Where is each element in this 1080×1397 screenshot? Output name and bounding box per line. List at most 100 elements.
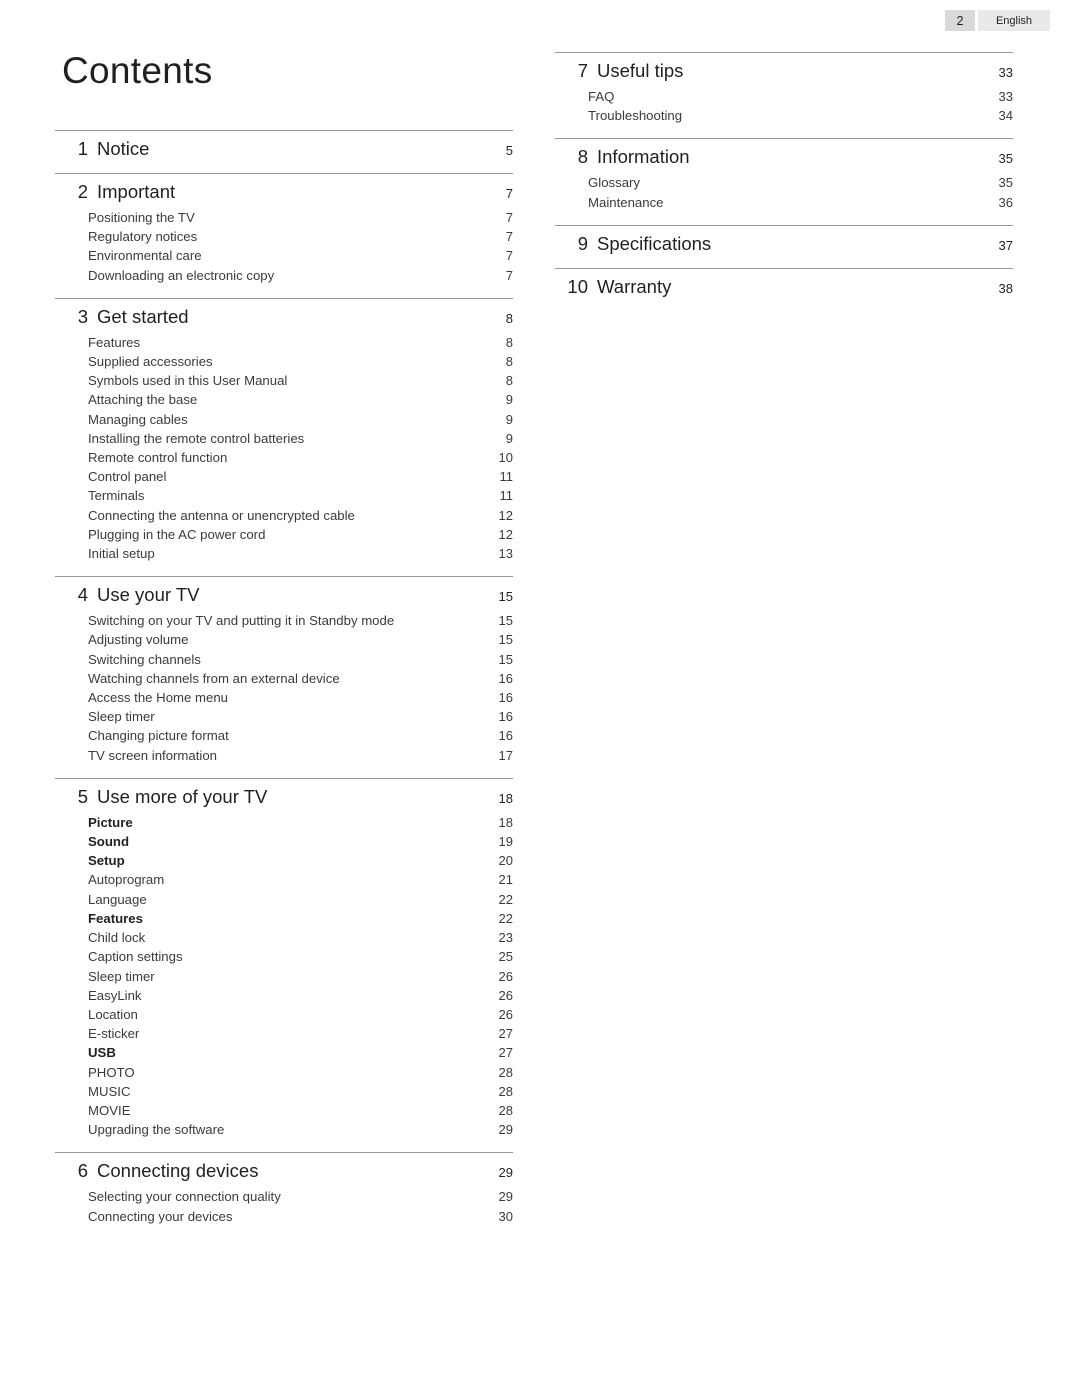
toc-chapter-information[interactable]: 8 Information 35 xyxy=(555,138,1013,168)
toc-entry[interactable]: Features 22 xyxy=(55,909,513,928)
toc-entry-page-number: 15 xyxy=(498,613,513,629)
toc-entry[interactable]: Setup 20 xyxy=(55,851,513,870)
toc-entry-page-number: 7 xyxy=(505,229,513,245)
toc-entry[interactable]: Sleep timer 16 xyxy=(55,707,513,726)
toc-entry[interactable]: Switching channels 15 xyxy=(55,650,513,669)
toc-entry[interactable]: Terminals 11 xyxy=(55,486,513,505)
page-header-tag: 2 English xyxy=(945,10,1050,31)
toc-entry-label: Installing the remote control batteries xyxy=(88,430,305,446)
toc-entry-page-number: 12 xyxy=(498,526,513,542)
toc-entry[interactable]: TV screen information 17 xyxy=(55,746,513,765)
toc-entry[interactable]: Environmental care 7 xyxy=(55,246,513,265)
chapter-label: Use more of your TV xyxy=(97,785,268,807)
language-label: English xyxy=(978,10,1050,31)
toc-chapter-useful-tips[interactable]: 7 Useful tips 33 xyxy=(555,52,1013,82)
toc-chapter-use-your-tv[interactable]: 4 Use your TV 15 xyxy=(55,576,513,606)
toc-entry[interactable]: MUSIC 28 xyxy=(55,1082,513,1101)
toc-entry[interactable]: Caption settings 25 xyxy=(55,947,513,966)
page-title: Contents xyxy=(62,50,213,91)
toc-chapter-use-more-of-your-tv[interactable]: 5 Use more of your TV 18 xyxy=(55,777,513,808)
toc-entry[interactable]: Downloading an electronic copy 7 xyxy=(55,266,513,285)
toc-entry-label: Child lock xyxy=(88,930,146,946)
toc-entry-page-number: 10 xyxy=(498,450,513,466)
toc-entry-page-number: 28 xyxy=(498,1083,513,1099)
toc-entry[interactable]: FAQ 33 xyxy=(555,87,1013,106)
toc-entry[interactable]: Installing the remote control batteries 9 xyxy=(55,429,513,448)
toc-entry-label: Setup xyxy=(88,853,125,869)
toc-entry-label: Remote control function xyxy=(88,450,228,466)
toc-entry[interactable]: Connecting the antenna or unencrypted ca… xyxy=(55,506,513,525)
toc-entry[interactable]: Sound 19 xyxy=(55,832,513,851)
toc-entry[interactable]: Symbols used in this User Manual 8 xyxy=(55,371,513,390)
chapter-label: Information xyxy=(597,146,690,168)
toc-entry[interactable]: Access the Home menu 16 xyxy=(55,688,513,707)
toc-entry-page-number: 9 xyxy=(505,392,513,408)
toc-entry-label: Changing picture format xyxy=(88,728,229,744)
toc-entry[interactable]: E-sticker 27 xyxy=(55,1024,513,1043)
toc-entry-page-number: 17 xyxy=(498,747,513,763)
toc-entry[interactable]: Control panel 11 xyxy=(55,467,513,486)
toc-chapter-get-started[interactable]: 3 Get started 8 xyxy=(55,297,513,328)
toc-chapter-important[interactable]: 2 Important 7 xyxy=(55,173,513,203)
toc-entry[interactable]: Connecting your devices 30 xyxy=(55,1207,513,1226)
toc-entry-label: Positioning the TV xyxy=(88,210,195,225)
toc-chapter-connecting-devices[interactable]: 6 Connecting devices 29 xyxy=(55,1152,513,1182)
toc-entry-label: Sleep timer xyxy=(88,968,155,984)
toc-entry[interactable]: Changing picture format 16 xyxy=(55,726,513,745)
toc-entry[interactable]: Remote control function 10 xyxy=(55,448,513,467)
toc-entry[interactable]: PHOTO 28 xyxy=(55,1063,513,1082)
chapter-number: 7 xyxy=(577,60,588,81)
toc-chapter-warranty[interactable]: 10 Warranty 38 xyxy=(555,267,1013,298)
toc-entry-label: Attaching the base xyxy=(88,392,198,408)
toc-entry-label: Environmental care xyxy=(88,248,202,264)
toc-entry[interactable]: Glossary 35 xyxy=(555,173,1013,192)
toc-entry-page-number: 15 xyxy=(498,632,513,648)
toc-entry[interactable]: Watching channels from an external devic… xyxy=(55,669,513,688)
toc-entry[interactable]: Attaching the base 9 xyxy=(55,390,513,409)
toc-entry[interactable]: Sleep timer 26 xyxy=(55,967,513,986)
toc-entry-label: Upgrading the software xyxy=(88,1122,225,1138)
toc-entry[interactable]: Troubleshooting 34 xyxy=(555,106,1013,125)
toc-entry-label: Initial setup xyxy=(88,546,155,562)
toc-entry-page-number: 29 xyxy=(498,1189,513,1205)
toc-entry-list: Selecting your connection quality 29 Conne… xyxy=(55,1187,513,1225)
toc-entry-page-number: 16 xyxy=(498,690,513,706)
toc-entry-page-number: 22 xyxy=(498,910,513,926)
toc-entry[interactable]: Adjusting volume 15 xyxy=(55,630,513,649)
toc-entry[interactable]: Picture 18 xyxy=(55,813,513,832)
toc-entry[interactable]: MOVIE 28 xyxy=(55,1101,513,1120)
toc-entry-page-number: 16 xyxy=(498,728,513,744)
toc-entry[interactable]: Language 22 xyxy=(55,890,513,909)
toc-entry-page-number: 9 xyxy=(505,430,513,446)
chapter-number: 1 xyxy=(77,138,88,159)
toc-entry[interactable]: Autoprogram 21 xyxy=(55,870,513,889)
toc-entry[interactable]: Supplied accessories 8 xyxy=(55,352,513,371)
toc-entry[interactable]: Features 8 xyxy=(55,333,513,352)
toc-entry[interactable]: Selecting your connection quality 29 xyxy=(55,1187,513,1206)
toc-entry[interactable]: Plugging in the AC power cord 12 xyxy=(55,525,513,544)
toc-entry[interactable]: Positioning the TV 7 xyxy=(55,208,513,227)
toc-entry[interactable]: Switching on your TV and putting it in S… xyxy=(55,611,513,630)
toc-entry-page-number: 20 xyxy=(498,853,513,869)
chapter-page-number: 7 xyxy=(505,186,513,201)
toc-chapter-specifications[interactable]: 9 Specifications 37 xyxy=(555,224,1013,255)
toc-entry[interactable]: Maintenance 36 xyxy=(555,193,1013,212)
toc-entry-list: Picture 18 Sound 19 Setup 20 Autoprogram 21 Lang… xyxy=(55,813,513,1139)
toc-entry-label: Features xyxy=(88,910,143,926)
toc-entry[interactable]: Child lock 23 xyxy=(55,928,513,947)
toc-entry-label: Features xyxy=(88,334,141,350)
chapter-number: 5 xyxy=(77,785,88,807)
toc-entry-page-number: 9 xyxy=(505,411,513,427)
toc-entry-page-number: 18 xyxy=(498,814,513,830)
toc-entry[interactable]: Location 26 xyxy=(55,1005,513,1024)
toc-entry-label: PHOTO xyxy=(88,1064,135,1080)
toc-chapter-notice[interactable]: 1 Notice 5 xyxy=(55,130,513,160)
toc-entry[interactable]: Managing cables 9 xyxy=(55,410,513,429)
chapter-page-number: 37 xyxy=(998,237,1013,253)
toc-entry[interactable]: EasyLink 26 xyxy=(55,986,513,1005)
toc-entry[interactable]: Regulatory notices 7 xyxy=(55,227,513,246)
toc-entry[interactable]: Upgrading the software 29 xyxy=(55,1120,513,1139)
toc-entry-page-number: 8 xyxy=(505,354,513,370)
toc-entry[interactable]: Initial setup 13 xyxy=(55,544,513,563)
toc-entry[interactable]: USB 27 xyxy=(55,1043,513,1062)
